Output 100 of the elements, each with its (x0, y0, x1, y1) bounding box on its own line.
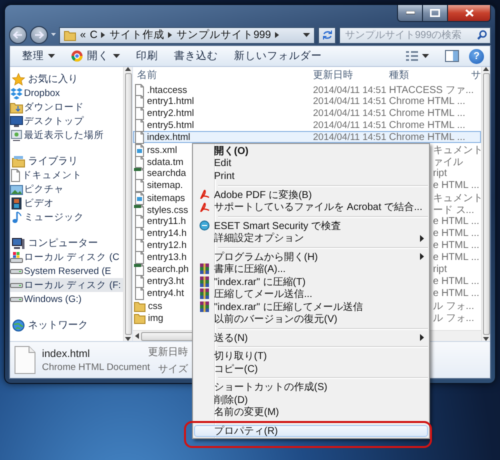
history-dropdown[interactable] (51, 33, 56, 37)
file-name[interactable]: entry14.h (147, 228, 187, 239)
toolbar-button[interactable]: 書き込む (168, 47, 224, 65)
menu-item[interactable]: 以前のバージョンの復元(V) (194, 313, 428, 326)
menu-item[interactable]: 名前の変更(M) (194, 406, 428, 418)
nav-item[interactable]: ミュージック (10, 210, 123, 224)
nav-item[interactable]: デスクトップ (10, 114, 123, 128)
forward-button[interactable] (30, 26, 48, 44)
menu-item[interactable]: 開く(O) (194, 145, 428, 158)
menu-item[interactable]: コピー(C) (194, 362, 428, 375)
minimize-button[interactable] (397, 5, 423, 22)
scrollbar-thumb[interactable] (482, 73, 490, 335)
menu-item[interactable]: ショートカットの作成(S) (194, 381, 428, 394)
nav-item[interactable]: ライブラリ (10, 154, 123, 168)
file-name[interactable]: entry12.h (147, 240, 187, 251)
toolbar-button[interactable]: 新しいフォルダー (228, 47, 328, 65)
back-button[interactable] (9, 26, 27, 44)
file-name[interactable]: entry3.ht (147, 276, 184, 287)
file-name[interactable]: styles.css (147, 204, 188, 216)
nav-item[interactable]: System Reserved (E (10, 264, 123, 278)
nav-item[interactable]: ダウンロード (10, 100, 123, 114)
modified-date: 2014/04/11 14:51 (312, 108, 385, 119)
nav-item[interactable]: ローカル ディスク (F: (10, 278, 123, 292)
computer-icon (12, 236, 25, 250)
column-header[interactable]: 更新日時 (309, 68, 385, 82)
menu-item[interactable]: プログラムから開く(H) (194, 250, 428, 263)
scrollbar-thumb[interactable] (124, 73, 132, 335)
nav-item[interactable]: ビデオ (10, 196, 123, 210)
toolbar-button[interactable]: 印刷 (130, 47, 164, 65)
menu-item[interactable]: 切り取り(T) (194, 350, 428, 362)
nav-item[interactable]: ドキュメント (10, 168, 123, 182)
file-name[interactable]: img (148, 312, 164, 324)
menu-item[interactable]: 詳細設定オプション (194, 232, 428, 244)
close-button[interactable] (448, 5, 491, 22)
file-type: ript (433, 264, 447, 275)
nav-item[interactable]: お気に入り (10, 72, 123, 86)
file-name[interactable]: entry13.h (147, 252, 187, 263)
menu-item[interactable]: 送る(N) (194, 332, 428, 344)
file-type: ル フォ... (433, 312, 474, 325)
submenu-arrow-icon (420, 253, 424, 260)
nav-item[interactable]: コンピューター (10, 236, 123, 250)
file-name: entry1.html (147, 96, 194, 107)
nav-item[interactable]: ローカル ディスク (C (10, 250, 123, 264)
music-note-icon (10, 210, 23, 224)
menu-item[interactable]: Print (194, 170, 428, 182)
column-header[interactable]: 名前 (133, 68, 309, 82)
breadcrumb-item[interactable]: C (90, 29, 98, 41)
file-row[interactable]: entry2.html 2014/04/11 14:51 Chrome HTML ... (133, 107, 481, 119)
breadcrumb-item[interactable]: サンプルサイト999 (176, 28, 271, 42)
breadcrumb-overflow-button[interactable]: « (80, 29, 86, 41)
nav-item[interactable]: Dropbox (10, 86, 123, 100)
file-name[interactable]: entry4.ht (147, 288, 184, 299)
nav-item[interactable]: ネットワーク (10, 318, 123, 332)
drive-icon (10, 296, 23, 302)
menu-item[interactable]: "index.rar" に圧縮してメール送信 (194, 300, 428, 313)
toolbar-menu-button[interactable]: 整理 (16, 47, 61, 65)
file-name[interactable]: entry11.h (147, 216, 186, 227)
vertical-scrollbar[interactable] (123, 67, 132, 341)
menu-item[interactable]: 削除(D) (194, 394, 428, 406)
toolbar-menu-button[interactable]: 開く (65, 47, 126, 65)
maximize-button[interactable] (423, 5, 448, 22)
page-icon (134, 95, 145, 108)
file-name[interactable]: sitemaps (147, 192, 186, 204)
diamond-icon (10, 86, 23, 100)
menu-item[interactable]: Adobe PDF に変換(B) (194, 188, 428, 201)
file-name[interactable]: sdata.tm (147, 156, 184, 168)
minimize-icon (406, 11, 414, 15)
folder-icon (64, 29, 76, 41)
column-header[interactable]: 種類 (385, 68, 470, 82)
details-label: 更新日時 (148, 346, 188, 358)
menu-item[interactable]: サポートしているファイルを Acrobat で結合... (194, 201, 428, 214)
menu-item[interactable]: Edit (194, 158, 428, 170)
menu-item[interactable]: 書庫に圧縮(A)... (194, 263, 428, 276)
address-dropdown[interactable] (303, 32, 310, 38)
address-bar[interactable]: « C サイト作成 サンプルサイト999 (59, 26, 315, 44)
breadcrumb-item[interactable]: サイト作成 (109, 28, 164, 42)
file-row[interactable]: entry1.html 2014/04/11 14:51 Chrome HTML ... (133, 95, 481, 107)
caret-icon (51, 33, 56, 37)
page-icon (134, 156, 145, 168)
scroll-down-arrow-icon (483, 337, 489, 341)
file-type: キュメント (433, 192, 481, 205)
menu-item[interactable]: プロパティ(R) (194, 424, 428, 437)
menu-item[interactable]: 圧縮してメール送信... (194, 288, 428, 300)
file-type: e HTML ... (433, 240, 480, 251)
file-name[interactable]: search.ph (147, 264, 189, 275)
menu-item[interactable]: "index.rar" に圧縮(T) (194, 276, 428, 288)
file-name[interactable]: rss.xml (147, 144, 178, 156)
menu-item[interactable]: ESET Smart Security で検査 (194, 220, 428, 232)
file-row[interactable]: index.html 2014/04/11 14:51 Chrome HTML ... (133, 131, 481, 143)
column-header[interactable]: サ (470, 68, 483, 82)
file-row[interactable]: entry5.html 2014/04/11 14:51 Chrome HTML ... (133, 119, 481, 131)
nav-item[interactable]: Windows (G:) (10, 292, 123, 306)
vertical-scrollbar[interactable] (481, 67, 490, 341)
page-icon (134, 275, 145, 288)
file-name[interactable]: css (148, 300, 162, 312)
nav-item[interactable]: 最近表示した場所 (10, 128, 123, 142)
file-name[interactable]: sitemap. (147, 180, 183, 191)
refresh-button[interactable] (318, 26, 336, 44)
file-name[interactable]: searchda (147, 168, 186, 179)
nav-item[interactable]: ピクチャ (10, 182, 123, 196)
